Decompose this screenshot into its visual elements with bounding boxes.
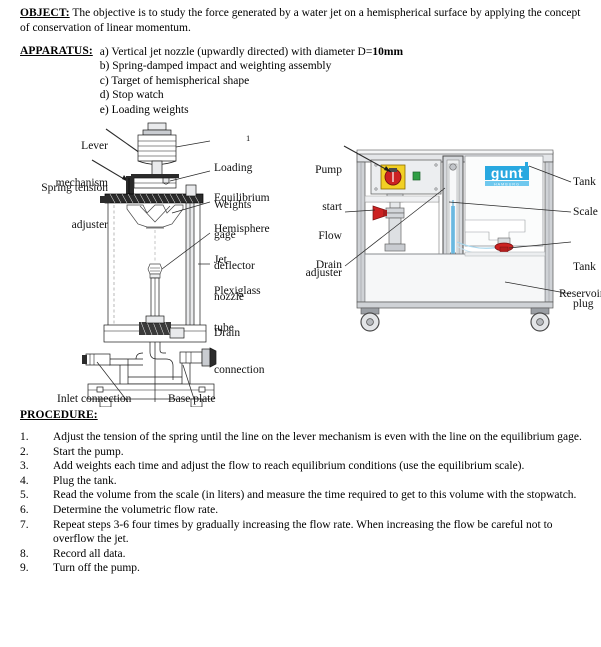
callout-drain-connection: Drain connection [214, 302, 264, 401]
object-section: OBJECT: The objective is to study the fo… [20, 6, 586, 36]
callout-scale: Scale [573, 206, 598, 218]
svg-text:gunt: gunt [491, 165, 523, 181]
loading-weights-graphic [137, 122, 177, 176]
procedure-step-5-number: 5. [20, 489, 29, 502]
callout-spring-tension-adjuster-line1: Spring tension [41, 181, 108, 194]
document-page: OBJECT: The objective is to study the fo… [0, 0, 601, 647]
callout-drain-connection-line1: Drain [214, 326, 241, 339]
callout-inlet-connection: Inlet connection [57, 393, 132, 405]
procedure-step-4-text: Plug the tank. [53, 474, 117, 487]
callout-tank-plug-line1: Tank [573, 260, 596, 273]
procedure-section: PROCEDURE: 1. Adjust the tension of the … [20, 409, 590, 576]
right-bench-drawing: gunt HAMBURG [343, 145, 572, 332]
callout-base-plate: Base plate [168, 393, 216, 405]
bench-casters-graphic [356, 301, 554, 332]
object-text: The objective is to study the force gene… [20, 7, 581, 34]
procedure-step-2: 2. Start the pump. [20, 445, 590, 460]
callout-reservoir: Reservoir [559, 288, 601, 300]
callout-lever-mechanism-line1: Lever [81, 139, 108, 152]
callout-tank-plug: Tank plug [573, 236, 596, 335]
procedure-step-8-text: Record all data. [53, 547, 126, 560]
procedure-step-4-number: 4. [20, 474, 29, 487]
procedure-step-8: 8. Record all data. [20, 547, 590, 562]
procedure-step-6-number: 6. [20, 503, 29, 516]
apparatus-item-a: a) Vertical jet nozzle (upwardly directe… [100, 45, 586, 59]
procedure-step-1-text: Adjust the tension of the spring until t… [53, 431, 582, 443]
lower-piping-graphic [82, 342, 217, 385]
apparatus-item-d-text: Stop watch [112, 89, 164, 102]
svg-text:HAMBURG: HAMBURG [494, 182, 520, 186]
procedure-step-7-number: 7. [20, 518, 29, 531]
callout-drain: Drain [315, 259, 342, 271]
gunt-logo: gunt HAMBURG [485, 162, 529, 186]
procedure-step-4: 4. Plug the tank. [20, 474, 590, 489]
procedure-step-5: 5. Read the volume from the scale (in li… [20, 488, 590, 503]
apparatus-item-a-marker: a) [99, 46, 109, 58]
procedure-step-3: 3. Add weights each time and adjust the … [20, 459, 590, 474]
procedure-step-8-number: 8. [20, 547, 29, 560]
apparatus-item-c-text: Target of hemispherical shape [111, 74, 250, 87]
apparatus-item-b-marker: b) [99, 60, 110, 73]
apparatus-item-c-marker: c) [99, 74, 109, 87]
object-heading: OBJECT: [20, 7, 70, 19]
apparatus-item-b-text: Spring-damped impact and weighting assem… [112, 60, 332, 73]
callout-tank: Tank [573, 176, 596, 188]
procedure-step-9-number: 9. [20, 562, 29, 575]
procedure-step-5-text: Read the volume from the scale (in liter… [53, 489, 577, 502]
lever-mechanism-graphic [126, 174, 179, 194]
procedure-step-1-number: 1. [20, 431, 29, 443]
procedure-step-6: 6. Determine the volumetric flow rate. [20, 503, 590, 518]
apparatus-item-b: b) Spring-damped impact and weighting as… [100, 59, 586, 73]
procedure-step-1: 1. Adjust the tension of the spring unti… [20, 430, 590, 445]
procedure-step-2-number: 2. [20, 445, 29, 458]
apparatus-list: a) Vertical jet nozzle (upwardly directe… [93, 45, 586, 117]
procedure-step-7-text: Repeat steps 3-6 four times by gradually… [53, 518, 553, 546]
procedure-step-6-text: Determine the volumetric flow rate. [53, 503, 219, 516]
procedure-step-7: 7. Repeat steps 3-6 four times by gradua… [20, 518, 590, 547]
apparatus-item-a-text: Vertical jet nozzle (upwardly directed) … [111, 46, 373, 58]
callout-flow-adjuster-line1: Flow [318, 229, 342, 242]
procedure-step-3-text: Add weights each time and adjust the flo… [53, 460, 525, 473]
procedure-step-2-text: Start the pump. [53, 445, 124, 458]
callout-flow-adjuster: Flow adjuster [288, 205, 342, 304]
procedure-step-9: 9. Turn off the pump. [20, 561, 590, 576]
procedure-step-3-number: 3. [20, 460, 29, 473]
figure-area: Lever mechanism Spring tension adjuster … [0, 112, 601, 407]
procedure-step-9-text: Turn off the pump. [53, 562, 140, 575]
callout-drain-connection-line2: connection [214, 364, 265, 377]
callout-pump-start-line1: Pump [315, 163, 342, 176]
reservoir-graphic [364, 251, 546, 303]
apparatus-item-d: d) Stop watch [100, 88, 586, 102]
callout-spring-tension-adjuster-line2: adjuster [71, 219, 108, 232]
tank-plug-graphic [494, 237, 514, 253]
apparatus-item-a-bold: 10mm [372, 46, 404, 58]
procedure-heading: PROCEDURE: [20, 409, 98, 421]
apparatus-item-d-marker: d) [99, 89, 110, 102]
callout-plexiglass-tube-line1: Plexiglass [214, 284, 261, 297]
apparatus-heading: APPARATUS: [20, 45, 93, 57]
apparatus-item-c: c) Target of hemispherical shape [100, 74, 586, 88]
apparatus-section: APPARATUS: a) Vertical jet nozzle (upwar… [20, 45, 586, 117]
pump-start-graphic [370, 159, 442, 195]
callout-spring-tension-adjuster: Spring tension adjuster [10, 157, 108, 256]
